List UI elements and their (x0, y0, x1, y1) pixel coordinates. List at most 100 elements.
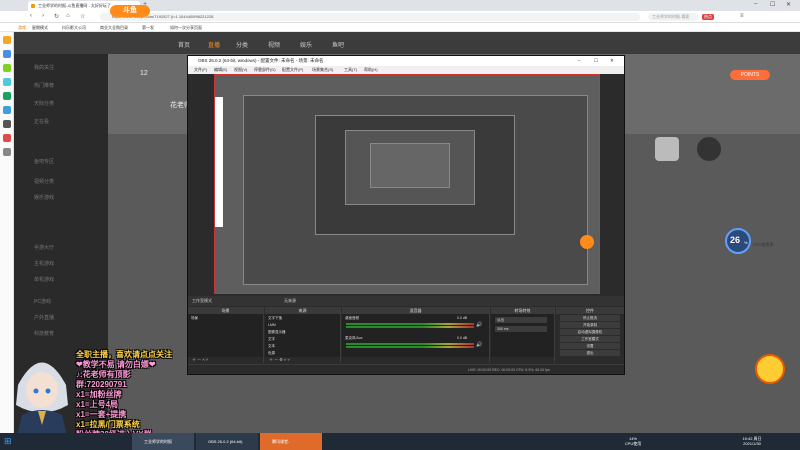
sidebar-item[interactable]: 科技教育 (34, 330, 54, 337)
avatar[interactable] (697, 137, 721, 161)
sidebar-item[interactable]: 单机游戏 (34, 276, 54, 283)
obs-status-text: LIVE: 00:00:00 REC: 00:00:00 CPU: 5.9%, … (468, 368, 550, 372)
sidebar-item[interactable]: 正在看 (34, 118, 49, 125)
menu-item-file[interactable]: 文件(F) (194, 66, 207, 74)
preview-canvas (214, 74, 600, 294)
sidebar-item[interactable]: 我的关注 (34, 64, 54, 71)
sidebar-item[interactable]: 天际分类 (34, 100, 54, 107)
source-item[interactable]: 文字下落 (268, 316, 282, 321)
app-icon[interactable] (3, 78, 11, 86)
nav-home[interactable]: 首页 (178, 40, 190, 49)
nav-live[interactable]: 直播 (208, 40, 220, 49)
star-icon[interactable]: ☆ (80, 13, 85, 20)
close-icon[interactable]: ✕ (610, 56, 614, 66)
cpu-gauge: 26 % CPU使用率 (725, 228, 775, 254)
transition-select[interactable]: 淡出 (495, 317, 547, 323)
source-item[interactable]: LMM (268, 323, 276, 327)
taskbar-item[interactable]: 腾讯课堂- (260, 433, 322, 450)
bookmark-item[interactable]: 如何一次分享页面 (170, 23, 202, 32)
scene-item[interactable]: 场景 (191, 316, 198, 321)
search-input[interactable]: 工业师学的时报-搜索 (648, 13, 698, 21)
exit-button[interactable]: 退出 (560, 350, 620, 356)
nav-fishbar[interactable]: 鱼吧 (332, 40, 344, 49)
maximize-icon[interactable]: ☐ (594, 56, 598, 66)
bookmark-item[interactable]: 商业大全购目录 (100, 23, 128, 32)
sidebar-item[interactable]: 视频分类 (34, 178, 54, 185)
bookmark-item[interactable]: 第一发 (142, 23, 154, 32)
transitions-dock: 转场特效 淡出 300 ms (491, 307, 555, 363)
studio-mode-label[interactable]: 工作室模式 (192, 298, 212, 304)
source-item[interactable]: 文本 (268, 344, 275, 349)
history-icon[interactable] (3, 50, 11, 58)
app-icon[interactable] (3, 64, 11, 72)
taskbar-item[interactable]: OBS 26.0.2 (64-bit) (196, 433, 258, 450)
add-source-icon[interactable]: ＋ － ⚙ ˄ ˅ (269, 357, 290, 363)
mixer-dock: 混音器 桌面音频 0.0 dB 🔊 麦克风/Aux 0.0 dB 🔊 (342, 307, 490, 363)
bookmark-item[interactable]: 游戏 (18, 23, 26, 32)
favorites-icon[interactable] (3, 36, 11, 44)
obs-docks: 场景 场景 ＋ － ˄ ˅ 来源 文字下落 LMM 图像显示器 文字 文本 色源… (188, 307, 624, 363)
url-input[interactable]: https://www.douyu.com/7192527 (i=1.10444… (100, 13, 640, 21)
app-icon[interactable] (3, 92, 11, 100)
forward-icon[interactable]: › (42, 13, 44, 19)
menu-item-tools[interactable]: 工具(T) (344, 66, 357, 74)
clock[interactable]: 19:42 周日 2021/1/30 (732, 436, 772, 446)
stop-streaming-button[interactable]: 停止推流 (560, 315, 620, 321)
douyu-logo[interactable]: 斗鱼 (110, 5, 150, 17)
windows-start-icon[interactable]: ⊞ (4, 436, 12, 447)
menu-item-edit[interactable]: 编辑(E) (214, 66, 227, 74)
menu-item-profile[interactable]: 配置文件(P) (282, 66, 303, 74)
close-icon[interactable]: ✕ (786, 1, 791, 8)
obs-mode-bar: 工作室模式 无来源 (188, 296, 624, 306)
menu-icon[interactable]: ≡ (740, 13, 744, 19)
app-icon[interactable] (3, 148, 11, 156)
minimize-icon[interactable]: – (754, 1, 757, 7)
sidebar-item[interactable]: 手游大厅 (34, 244, 54, 251)
bookmark-item[interactable]: 星期模式 (32, 23, 48, 32)
source-item[interactable]: 图像显示器 (268, 330, 286, 335)
start-recording-button[interactable]: 开始录制 (560, 322, 620, 328)
maximize-icon[interactable]: ☐ (770, 1, 775, 8)
sidebar-item[interactable]: 主机游戏 (34, 260, 54, 267)
menu-item-view[interactable]: 视图(V) (234, 66, 247, 74)
settings-button[interactable]: 设置 (560, 343, 620, 349)
app-icon[interactable] (3, 120, 11, 128)
app-icon[interactable] (3, 106, 11, 114)
speaker-icon[interactable]: 🔊 (476, 322, 482, 328)
sidebar-item[interactable]: 户外直播 (34, 314, 54, 321)
hot-badge[interactable]: 热点 (702, 14, 714, 20)
obs-preview[interactable] (214, 74, 600, 294)
menu-item-docks[interactable]: 停靠部件(D) (254, 66, 276, 74)
studio-mode-button[interactable]: 工作室模式 (560, 336, 620, 342)
app-icon[interactable] (3, 134, 11, 142)
douyu-header (14, 32, 800, 54)
source-item[interactable]: 色源 (268, 351, 275, 356)
refresh-icon[interactable]: ↻ (54, 13, 59, 20)
gift-icon[interactable] (655, 137, 679, 161)
transition-duration[interactable]: 300 ms (495, 326, 547, 332)
nav-category[interactable]: 分类 (236, 40, 248, 49)
cpu-usage-tray: 14% CPU使用 (620, 436, 646, 446)
bookmark-item[interactable]: 抖乐影大公司 (62, 23, 86, 32)
cpu-gauge-unit: % (744, 240, 748, 245)
source-item[interactable]: 文字 (268, 337, 275, 342)
speaker-icon[interactable]: 🔊 (476, 342, 482, 348)
sidebar-item[interactable]: PC游戏 (34, 298, 51, 305)
menu-item-help[interactable]: 帮助(H) (364, 66, 378, 74)
minimize-icon[interactable]: – (578, 56, 581, 66)
sidebar-item[interactable]: 娱乐游戏 (34, 194, 54, 201)
back-icon[interactable]: ‹ (30, 13, 32, 19)
virtual-camera-button[interactable]: 启动虚拟摄像机 (560, 329, 620, 335)
sidebar-item[interactable]: 鱼吧专区 (34, 158, 54, 165)
obs-menu-bar: 文件(F) 编辑(E) 视图(V) 停靠部件(D) 配置文件(P) 场景集合(S… (188, 66, 624, 74)
taskbar-item[interactable]: 工业师学的时报 (132, 433, 194, 450)
mixer-channel-value: 0.0 dB (457, 316, 468, 320)
menu-item-scene-collection[interactable]: 场景集合(S) (312, 66, 333, 74)
nested-preview (370, 143, 450, 188)
points-button[interactable]: POINTS (730, 70, 770, 80)
nav-video[interactable]: 视频 (268, 40, 280, 49)
gift-box-icon[interactable] (755, 350, 785, 390)
home-icon[interactable]: ⌂ (66, 13, 70, 19)
sidebar-item[interactable]: 热门推荐 (34, 82, 54, 89)
nav-entertainment[interactable]: 娱乐 (300, 40, 312, 49)
